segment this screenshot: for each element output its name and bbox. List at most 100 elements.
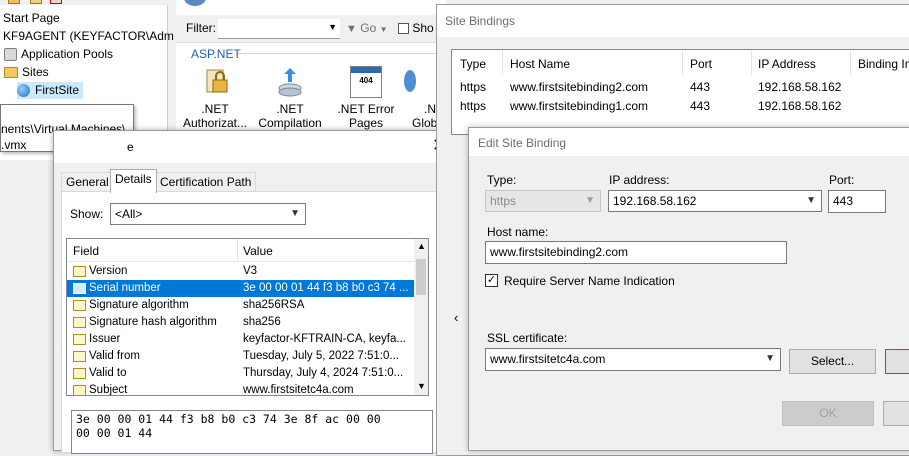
server-globe-icon	[184, 0, 206, 6]
field-row[interactable]: Valid to Thursday, July 4, 2024 7:51:0..…	[67, 365, 415, 382]
scroll-down-icon[interactable]: ▼	[417, 381, 426, 391]
site-bindings-titlebar: Site Bindings	[437, 5, 909, 37]
tree-item-start-page[interactable]: Start Page	[3, 10, 60, 27]
field-value-box[interactable]: 3e 00 00 01 44 f3 b8 b0 c3 74 3e 8f ac 0…	[71, 410, 433, 454]
iis-feature-view: Filter: ▼ ▼ Go ▼ Sho ASP.NET .NET Author…	[176, 0, 446, 140]
ssl-certificate-label: SSL certificate:	[487, 331, 568, 345]
chevron-down-icon: ▼	[585, 195, 595, 206]
field-value: V3	[243, 265, 258, 277]
field-row[interactable]: Valid from Tuesday, July 5, 2022 7:51:0.…	[67, 348, 415, 365]
tab-certification-path[interactable]: Certification Path	[155, 172, 257, 192]
field-name: Signature hash algorithm	[89, 316, 217, 328]
edit-binding-titlebar: Edit Site Binding	[469, 128, 909, 156]
field-value: keyfactor-KFTRAIN-CA, keyfa...	[243, 333, 406, 345]
column-header-port[interactable]: Port	[690, 57, 712, 71]
field-list-scrollbar[interactable]: ▲ ▼	[414, 239, 428, 395]
tab-general[interactable]: General	[61, 172, 114, 192]
select-certificate-button[interactable]: Select...	[789, 349, 876, 374]
ip-address-select[interactable]: 192.168.58.162 ▼	[608, 190, 822, 212]
toolbar-save-icon[interactable]	[30, 0, 42, 4]
feature-label-line2: Pages	[348, 116, 384, 130]
ok-button[interactable]: OK	[782, 401, 874, 426]
feature-net-authorization[interactable]: .NET Authorizat...	[176, 66, 254, 130]
chevron-left-icon[interactable]: ‹	[454, 310, 458, 325]
column-header-type[interactable]: Type	[460, 57, 486, 71]
tree-item-firstsite[interactable]: FirstSite	[17, 82, 84, 99]
type-select[interactable]: https ▼	[485, 190, 601, 212]
show-all-icon	[398, 23, 409, 35]
field-row[interactable]: Signature hash algorithm sha256	[67, 314, 415, 331]
field-row[interactable]: Version V3	[67, 263, 415, 280]
host-name-input[interactable]: www.firstsitebinding2.com	[485, 241, 787, 264]
value-line2: 00 00 01 44	[76, 426, 153, 440]
tree-item-application-pools[interactable]: Application Pools	[4, 46, 113, 63]
port-value: 443	[833, 194, 854, 208]
field-row[interactable]: Signature algorithm sha256RSA	[67, 297, 415, 314]
tree-item-sites[interactable]: Sites	[4, 64, 49, 81]
column-header-ip-address[interactable]: IP Address	[758, 57, 816, 71]
scroll-up-icon[interactable]: ▲	[417, 241, 426, 251]
show-label: Show:	[70, 207, 104, 221]
field-name: Serial number	[89, 282, 161, 294]
tree-item-label: Sites	[22, 65, 49, 79]
column-divider[interactable]	[751, 50, 752, 75]
show-all-label: Sho	[412, 21, 434, 35]
field-row[interactable]: Issuer keyfactor-KFTRAIN-CA, keyfa...	[67, 331, 415, 348]
show-all-button[interactable]: Sho	[398, 21, 434, 35]
tab-details[interactable]: Details	[110, 169, 157, 193]
error-page-icon: 404	[350, 66, 382, 98]
field-value: www.firstsitetc4a.com	[243, 384, 354, 395]
column-header-host-name[interactable]: Host Name	[510, 57, 570, 71]
scroll-thumb[interactable]	[416, 259, 426, 295]
authorization-lock-icon	[206, 69, 228, 93]
show-select[interactable]: <All> ▼	[110, 203, 306, 225]
host-name-label: Host name:	[487, 225, 549, 239]
tree-item-server[interactable]: KF9AGENT (KEYFACTOR\Adm	[3, 28, 174, 45]
column-divider[interactable]	[850, 50, 851, 75]
filter-label: Filter:	[186, 21, 216, 35]
field-row-selected[interactable]: Serial number 3e 00 00 01 44 f3 b8 b0 c3…	[67, 280, 415, 297]
cancel-button[interactable]	[883, 401, 909, 426]
binding-row[interactable]: https www.firstsitebinding2.com 443 192.…	[452, 78, 909, 97]
field-row[interactable]: Subject www.firstsitetc4a.com	[67, 382, 415, 395]
ssl-certificate-value: www.firstsitetc4a.com	[490, 352, 606, 366]
ip-address-label: IP address:	[609, 173, 670, 187]
tree-item-label: Start Page	[3, 11, 60, 25]
checkmark-icon: ✓	[486, 274, 497, 286]
feature-label-line1: .NET	[201, 102, 229, 116]
toolbar-disconnect-icon[interactable]	[50, 0, 62, 4]
column-divider[interactable]	[502, 50, 503, 75]
port-label: Port:	[829, 173, 855, 187]
tab-label: General	[66, 175, 109, 189]
binding-ip: 192.168.58.162	[758, 99, 842, 113]
toolbar-folder-icon[interactable]	[8, 0, 20, 4]
chevron-down-icon: ▼	[290, 208, 300, 219]
binding-row[interactable]: https www.firstsitebinding1.com 443 192.…	[452, 97, 909, 116]
ssl-certificate-select[interactable]: www.firstsitetc4a.com ▼	[485, 348, 781, 371]
ip-address-value: 192.168.58.162	[613, 194, 697, 208]
column-header-value[interactable]: Value	[243, 244, 273, 258]
bindings-list[interactable]: Type Host Name Port IP Address Binding I…	[451, 49, 909, 135]
field-list[interactable]: Field Value Version V3 Serial number 3e …	[66, 238, 429, 396]
port-input[interactable]: 443	[828, 190, 886, 213]
column-divider[interactable]	[682, 50, 683, 75]
field-icon	[73, 317, 86, 328]
filter-input[interactable]: ▼	[218, 19, 340, 39]
chevron-down-icon: ▼	[328, 22, 337, 32]
column-header-field[interactable]: Field	[73, 244, 99, 258]
column-divider[interactable]	[237, 239, 238, 261]
field-name: Issuer	[89, 333, 121, 345]
error-page-badge: 404	[359, 76, 373, 85]
feature-net-error-pages[interactable]: 404 .NET Error Pages	[327, 66, 405, 130]
binding-type: https	[460, 80, 487, 94]
feature-net-compilation[interactable]: .NET Compilation	[251, 66, 329, 130]
go-button[interactable]: ▼ Go ▼	[346, 21, 388, 35]
sni-checkbox[interactable]: ✓	[485, 274, 498, 287]
chevron-down-icon: ▼	[806, 195, 816, 206]
column-header-binding-info[interactable]: Binding In	[858, 57, 909, 71]
feature-label-line2: Authorizat...	[182, 116, 248, 130]
view-certificate-button[interactable]	[885, 349, 909, 374]
field-name: Signature algorithm	[89, 299, 189, 311]
field-icon	[73, 368, 86, 379]
tree-item-label: KF9AGENT (KEYFACTOR\Adm	[3, 29, 174, 43]
